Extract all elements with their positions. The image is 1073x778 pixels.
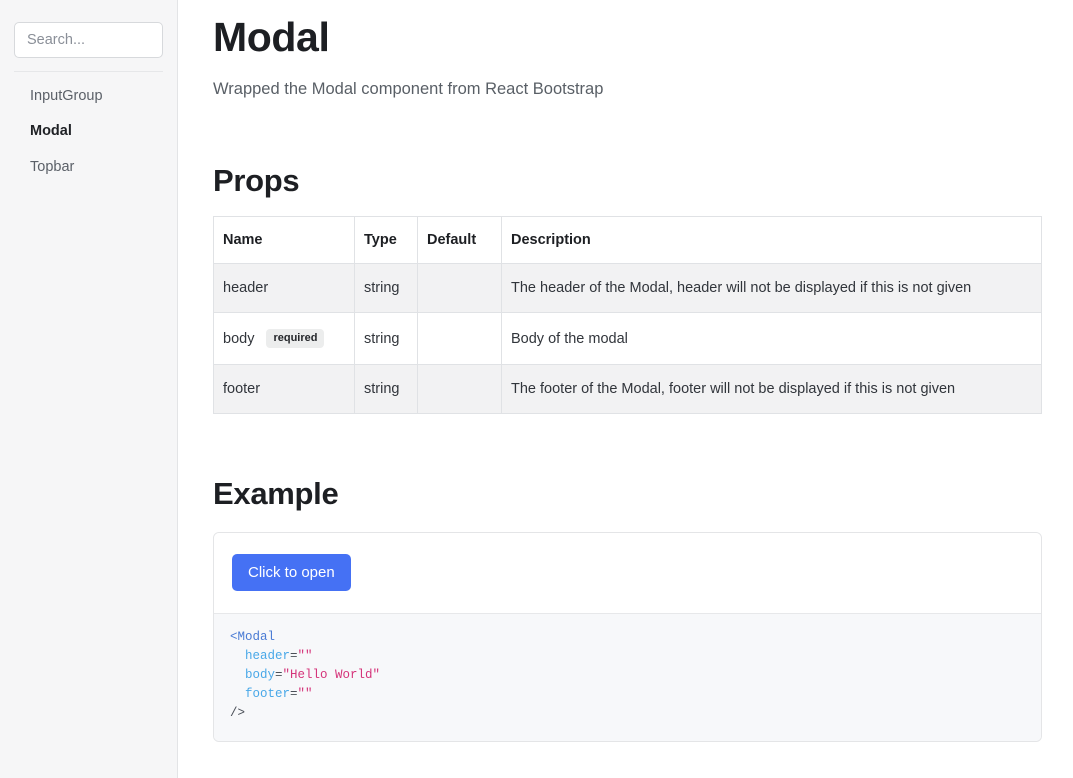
sidebar-item-label: Topbar bbox=[30, 158, 75, 175]
search-input[interactable] bbox=[14, 22, 163, 58]
prop-name-cell: body required bbox=[213, 312, 355, 366]
example-heading: Example bbox=[213, 476, 339, 512]
table-row: body required string Body of the modal bbox=[213, 312, 1042, 366]
sidebar-item-label: Modal bbox=[30, 123, 72, 140]
code-tag-close: /> bbox=[230, 705, 246, 720]
column-header-type: Type bbox=[354, 216, 418, 265]
example-preview: Click to open bbox=[214, 532, 1041, 613]
sidebar-item-topbar[interactable]: Topbar bbox=[14, 150, 163, 185]
code-equals: = bbox=[290, 648, 298, 663]
column-header-default: Default bbox=[417, 216, 502, 265]
example-code-block: <Modal header="" body="Hello World" foot… bbox=[214, 612, 1041, 741]
prop-description: The header of the Modal, header will not… bbox=[501, 263, 1042, 314]
prop-description: Body of the modal bbox=[501, 312, 1042, 366]
code-value-header: "" bbox=[297, 648, 313, 663]
prop-default bbox=[417, 263, 502, 314]
app-root: InputGroup Modal Topbar Modal Wrapped th… bbox=[0, 0, 1073, 778]
prop-name: body bbox=[223, 330, 255, 347]
props-table-body: header string The header of the Modal, h… bbox=[213, 263, 1042, 415]
props-table: Name Type Default Description header str… bbox=[213, 216, 1042, 415]
code-value-footer: "" bbox=[297, 686, 313, 701]
props-table-head: Name Type Default Description bbox=[213, 216, 1042, 265]
prop-name-cell: footer bbox=[213, 364, 355, 415]
sidebar: InputGroup Modal Topbar bbox=[0, 0, 178, 778]
sidebar-item-label: InputGroup bbox=[30, 88, 103, 104]
prop-name-wrapper: body required bbox=[223, 329, 344, 349]
prop-name-cell: header bbox=[213, 263, 355, 314]
props-heading: Props bbox=[213, 162, 300, 198]
prop-default bbox=[417, 312, 502, 366]
prop-type: string bbox=[354, 263, 418, 314]
table-row: header string The header of the Modal, h… bbox=[213, 263, 1042, 314]
code-attr-header: header bbox=[245, 648, 291, 663]
sidebar-item-modal[interactable]: Modal bbox=[14, 114, 163, 149]
code-value-body: "Hello World" bbox=[282, 667, 381, 682]
prop-name-wrapper: header bbox=[223, 280, 344, 296]
required-badge: required bbox=[266, 329, 325, 349]
prop-name: footer bbox=[223, 381, 261, 398]
example-card: Click to open <Modal header="" body="Hel… bbox=[213, 531, 1042, 742]
code-attr-footer: footer bbox=[245, 686, 291, 701]
sidebar-item-inputgroup[interactable]: InputGroup bbox=[14, 79, 163, 114]
table-header-row: Name Type Default Description bbox=[213, 216, 1042, 265]
code-attr-body: body bbox=[245, 667, 276, 682]
sidebar-divider bbox=[14, 71, 163, 72]
sidebar-nav: InputGroup Modal Topbar bbox=[14, 79, 163, 185]
prop-description: The footer of the Modal, footer will not… bbox=[501, 364, 1042, 415]
page-title: Modal bbox=[213, 14, 330, 60]
prop-name: header bbox=[223, 280, 269, 297]
sidebar-search-wrapper bbox=[14, 22, 163, 58]
prop-default bbox=[417, 364, 502, 415]
table-row: footer string The footer of the Modal, f… bbox=[213, 364, 1042, 415]
prop-type: string bbox=[354, 312, 418, 366]
prop-name-wrapper: footer bbox=[223, 381, 344, 397]
page-subtitle: Wrapped the Modal component from React B… bbox=[213, 80, 604, 99]
code-equals: = bbox=[290, 686, 298, 701]
code-equals: = bbox=[275, 667, 283, 682]
prop-type: string bbox=[354, 364, 418, 415]
main-content: Modal Wrapped the Modal component from R… bbox=[178, 0, 1073, 778]
code-tag-open: <Modal bbox=[230, 629, 276, 644]
click-to-open-button[interactable]: Click to open bbox=[232, 553, 351, 591]
column-header-description: Description bbox=[501, 216, 1042, 265]
column-header-name: Name bbox=[213, 216, 355, 265]
